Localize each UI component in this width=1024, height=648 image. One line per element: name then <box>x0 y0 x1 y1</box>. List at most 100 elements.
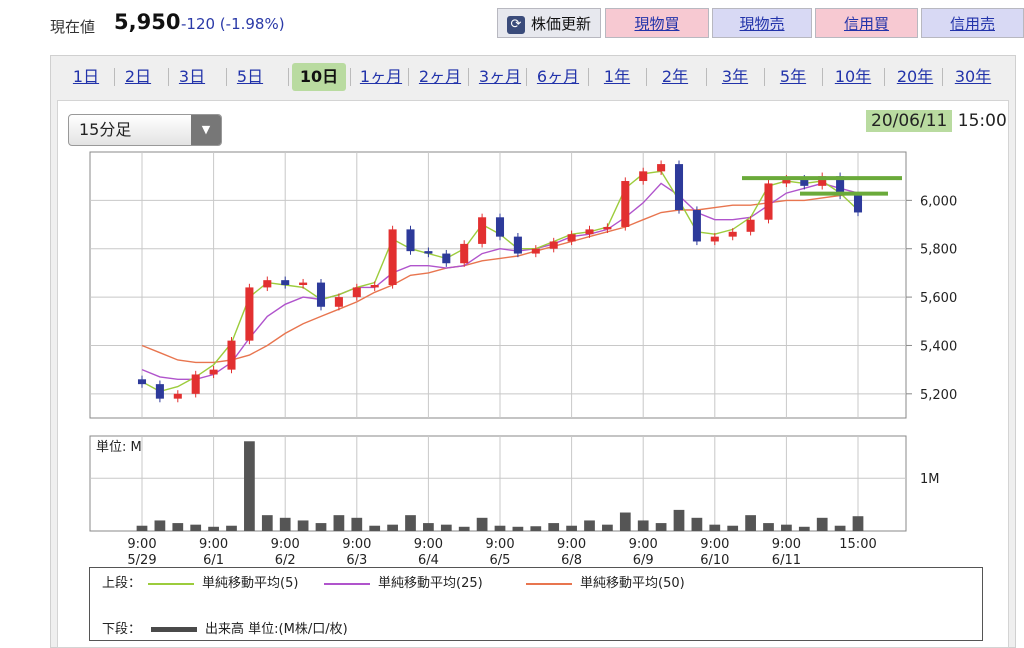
legend-sma25-label: 単純移動平均(25) <box>378 576 483 591</box>
candle-body <box>728 231 737 237</box>
x-tick-date: 6/4 <box>418 553 439 568</box>
x-tick-date: 6/10 <box>700 553 729 568</box>
candle-body <box>137 379 147 385</box>
price-tick-label: 5,200 <box>920 388 957 403</box>
legend-sma25-swatch <box>324 582 370 585</box>
candle-body <box>513 236 522 254</box>
legend-upper-text: 上段： <box>102 576 142 591</box>
volume-bar <box>440 524 452 531</box>
legend-volume-swatch <box>151 627 198 632</box>
x-tick-time: 15:00 <box>839 537 876 552</box>
chart-legend: 上段： 単純移動平均(5) 単純移動平均(25) 単純移動平均(50) 下段： 出… <box>89 567 983 641</box>
x-tick-time: 9:00 <box>629 537 658 552</box>
legend-volume: 下段： 出来高 単位:(M株/口/枚) <box>102 618 348 637</box>
volume-bar <box>261 515 273 531</box>
volume-bar <box>476 517 488 531</box>
volume-bar <box>673 509 685 531</box>
candle-body <box>603 226 612 230</box>
volume-bar <box>530 526 542 531</box>
candle-body <box>549 241 558 249</box>
volume-bar <box>387 524 398 531</box>
legend-volume-label: 出来高 単位:(M株/口/枚) <box>205 622 348 637</box>
volume-bar <box>691 517 703 531</box>
volume-bar <box>619 512 631 531</box>
candle-body <box>191 374 200 394</box>
candle-body <box>639 171 648 182</box>
x-tick-time: 9:00 <box>127 537 156 552</box>
candle-body <box>299 282 308 285</box>
candle-body <box>442 253 451 264</box>
volume-bar <box>834 525 846 531</box>
legend-lower-label: 下段： <box>102 622 142 637</box>
volume-bar <box>172 523 184 531</box>
volume-bar <box>405 515 416 531</box>
candle-body <box>710 236 719 242</box>
volume-bar <box>297 520 309 531</box>
volume-bar <box>279 517 291 531</box>
candle-body <box>352 287 361 298</box>
candle-body <box>764 183 773 220</box>
volume-bar <box>655 523 667 531</box>
volume-bar <box>226 525 237 531</box>
stock-chart: 6,0005,8005,6005,4005,2001M単位: M9:005/29… <box>89 151 957 568</box>
x-tick-time: 9:00 <box>557 537 586 552</box>
candle-body <box>585 229 594 235</box>
volume-plot-frame <box>89 435 907 532</box>
candle-body <box>692 210 701 242</box>
x-tick-date: 6/3 <box>346 553 367 568</box>
price-tick-label: 6,000 <box>920 194 957 209</box>
volume-bar <box>727 525 739 531</box>
volume-bar <box>816 517 828 531</box>
legend-sma5: 単純移動平均(5) <box>148 572 298 591</box>
x-tick-time: 9:00 <box>772 537 801 552</box>
candle-body <box>388 229 397 285</box>
volume-bar <box>584 520 595 531</box>
volume-bar <box>763 523 774 531</box>
candle-body <box>173 393 182 399</box>
legend-sma50-label: 単純移動平均(50) <box>580 576 685 591</box>
legend-sma50-swatch <box>526 582 572 585</box>
x-tick-time: 9:00 <box>271 537 300 552</box>
x-tick-time: 9:00 <box>414 537 443 552</box>
volume-bar <box>548 523 560 531</box>
candle-body <box>657 164 666 172</box>
price-plot-frame <box>89 151 907 419</box>
x-tick-time: 9:00 <box>485 537 514 552</box>
volume-bar <box>369 525 381 531</box>
volume-bar <box>494 525 506 531</box>
volume-bar <box>423 523 434 531</box>
legend-sma25: 単純移動平均(25) <box>324 572 483 591</box>
candle-body <box>370 285 379 288</box>
candle-body <box>567 234 576 242</box>
x-tick-time: 9:00 <box>199 537 228 552</box>
price-tick-label: 5,800 <box>920 243 957 258</box>
candle-body <box>495 217 505 237</box>
volume-bar <box>602 524 613 531</box>
volume-bar <box>745 515 756 531</box>
x-tick-date: 6/9 <box>633 553 654 568</box>
candle-body <box>460 243 469 264</box>
legend-upper-label: 上段： <box>102 572 141 591</box>
x-tick-date: 6/1 <box>203 553 224 568</box>
candle-body <box>281 280 290 285</box>
volume-bar <box>512 526 524 531</box>
volume-bar <box>244 441 255 531</box>
x-tick-time: 9:00 <box>342 537 371 552</box>
candle-body <box>621 181 630 227</box>
volume-bar <box>709 524 721 531</box>
volume-bar <box>566 525 577 531</box>
candle-body <box>227 340 236 370</box>
x-tick-date: 6/5 <box>490 553 511 568</box>
volume-bar <box>333 515 345 531</box>
volume-bar <box>637 520 649 531</box>
volume-bar <box>351 517 363 531</box>
volume-bar <box>458 526 470 531</box>
candle-body <box>853 195 863 213</box>
x-tick-date: 5/29 <box>127 553 156 568</box>
volume-bar <box>315 523 327 531</box>
volume-bar <box>154 520 166 531</box>
price-tick-label: 5,400 <box>920 339 957 354</box>
candle-body <box>424 251 433 254</box>
legend-sma50: 単純移動平均(50) <box>526 572 685 591</box>
x-tick-date: 6/2 <box>275 553 296 568</box>
